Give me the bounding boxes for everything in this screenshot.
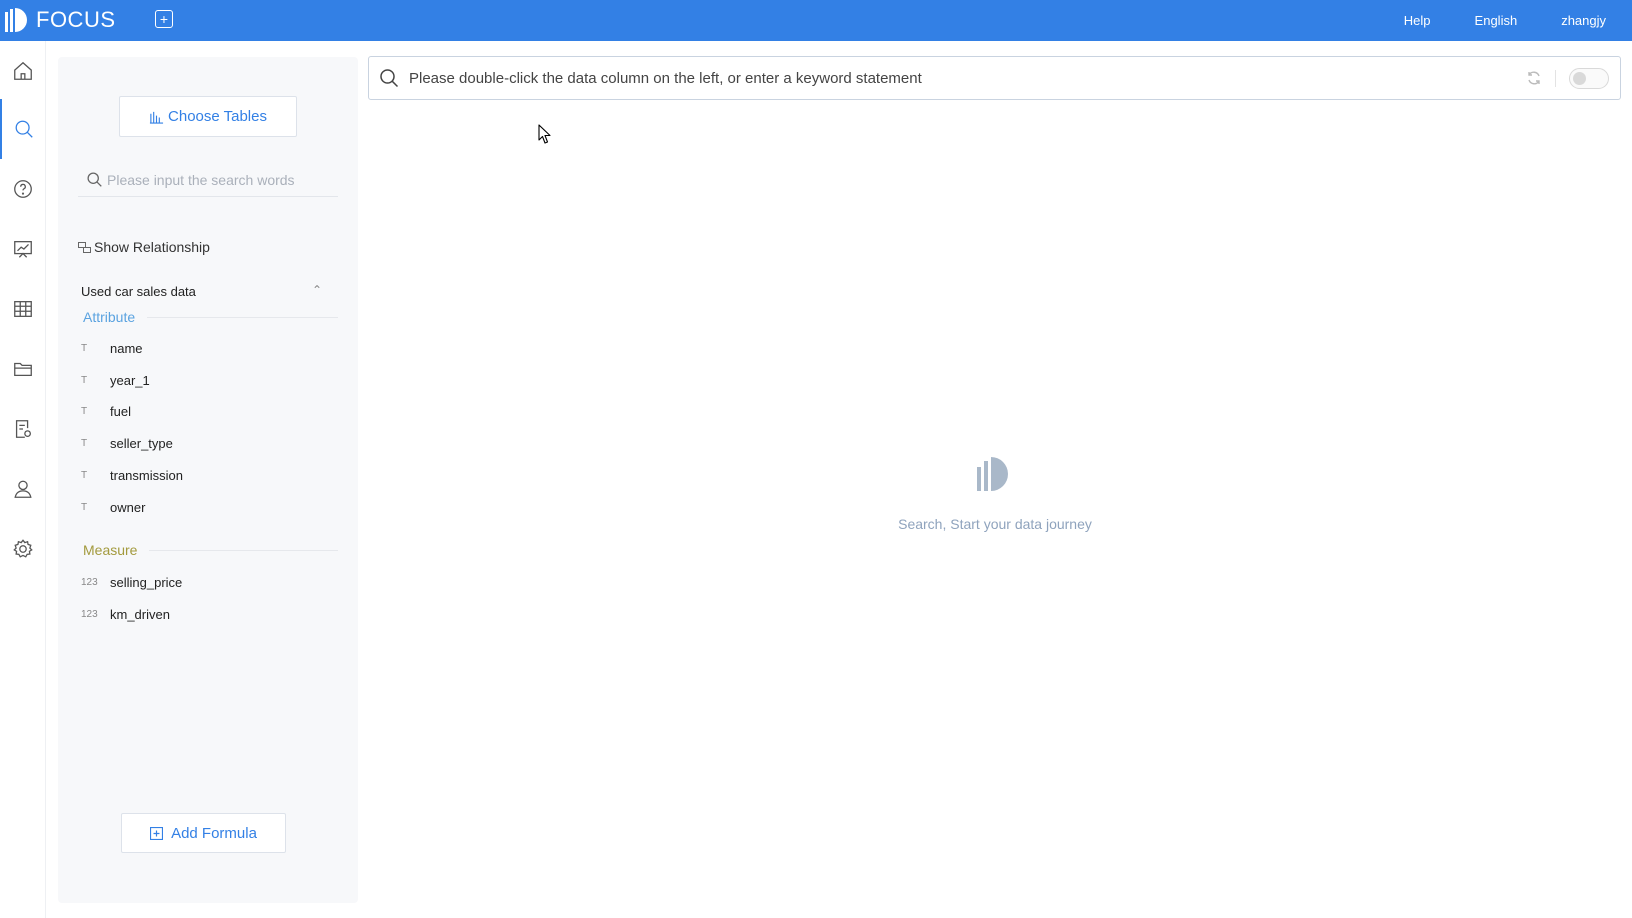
- plus-square-icon: [150, 826, 164, 840]
- field-name: fuel: [110, 403, 131, 419]
- numeric-type-icon: 123: [81, 576, 98, 588]
- plus-square-icon: +: [159, 11, 169, 27]
- keyword-search-input[interactable]: [409, 69, 1469, 87]
- attribute-field[interactable]: T name: [78, 337, 143, 359]
- empty-state: Search, Start your data journey: [870, 453, 1120, 532]
- new-tab-button[interactable]: +: [155, 10, 173, 28]
- left-nav: [0, 41, 46, 918]
- chevron-up-icon[interactable]: ⌃: [312, 283, 322, 297]
- folder-icon: [14, 362, 32, 377]
- nav-home[interactable]: [0, 41, 46, 101]
- search-icon: [15, 120, 33, 138]
- mouse-cursor-icon: [538, 124, 551, 144]
- attribute-section-header: Attribute: [83, 309, 338, 325]
- gear-icon: [13, 539, 33, 558]
- user-menu[interactable]: zhangjy: [1561, 13, 1606, 28]
- focus-logo-icon: [5, 8, 27, 32]
- attribute-field[interactable]: T year_1: [78, 369, 150, 391]
- attribute-field[interactable]: T transmission: [78, 464, 183, 486]
- refresh-button[interactable]: [1526, 70, 1542, 86]
- language-selector[interactable]: English: [1475, 13, 1518, 28]
- table-name[interactable]: Used car sales data: [81, 284, 196, 299]
- column-search-input[interactable]: [107, 171, 327, 188]
- nav-user[interactable]: [0, 459, 46, 519]
- measure-field[interactable]: 123 km_driven: [78, 603, 170, 625]
- attribute-field[interactable]: T owner: [78, 496, 145, 518]
- user-icon: [14, 480, 32, 498]
- focus-logo-icon: [977, 457, 1008, 491]
- nav-search[interactable]: [0, 99, 46, 159]
- top-bar: FOCUS + Help English zhangjy: [0, 0, 1632, 41]
- bar-chart-icon: [149, 111, 164, 124]
- report-settings-icon: [15, 420, 31, 438]
- app-logo[interactable]: FOCUS: [4, 6, 116, 34]
- text-type-icon: T: [81, 469, 88, 481]
- attribute-field[interactable]: T fuel: [78, 400, 131, 422]
- attribute-field[interactable]: T seller_type: [78, 432, 173, 454]
- top-links: Help English zhangjy: [1360, 0, 1606, 41]
- nav-presentation[interactable]: [0, 219, 46, 279]
- divider: [147, 316, 338, 318]
- question-icon: [14, 180, 32, 198]
- help-link[interactable]: Help: [1404, 13, 1431, 28]
- measure-section-header: Measure: [83, 542, 338, 558]
- app-name: FOCUS: [36, 7, 116, 32]
- choose-tables-button[interactable]: Choose Tables: [119, 96, 297, 137]
- relationship-icon: [78, 241, 91, 253]
- text-type-icon: T: [81, 437, 88, 449]
- table-icon: [14, 301, 32, 317]
- measure-title: Measure: [83, 542, 138, 558]
- show-relationship-label: Show Relationship: [94, 239, 210, 255]
- nav-folder[interactable]: [0, 339, 46, 399]
- numeric-type-icon: 123: [81, 608, 98, 620]
- add-formula-button[interactable]: Add Formula: [121, 813, 286, 853]
- field-name: year_1: [110, 372, 150, 388]
- column-search: [78, 163, 338, 197]
- empty-state-text: Search, Start your data journey: [898, 516, 1092, 532]
- nav-report-settings[interactable]: [0, 399, 46, 459]
- field-name: owner: [110, 499, 146, 515]
- search-icon: [87, 172, 102, 187]
- mode-toggle[interactable]: [1569, 68, 1609, 89]
- keyword-search-bar: [368, 56, 1621, 100]
- field-name: km_driven: [110, 606, 170, 622]
- add-formula-label: Add Formula: [171, 824, 257, 842]
- toggle-knob: [1573, 72, 1586, 85]
- divider: [149, 549, 338, 551]
- field-name: selling_price: [110, 574, 183, 590]
- text-type-icon: T: [81, 501, 88, 513]
- data-column-panel: Choose Tables Show Relationship Used car…: [58, 57, 358, 903]
- home-icon: [14, 61, 32, 80]
- field-name: transmission: [110, 467, 183, 483]
- text-type-icon: T: [81, 342, 88, 354]
- field-name: name: [110, 340, 143, 356]
- show-relationship-link[interactable]: Show Relationship: [78, 239, 210, 255]
- refresh-icon: [1528, 71, 1540, 85]
- text-type-icon: T: [81, 405, 88, 417]
- search-icon: [380, 69, 399, 88]
- measure-field[interactable]: 123 selling_price: [78, 571, 182, 593]
- text-type-icon: T: [81, 374, 88, 386]
- presentation-icon: [14, 241, 32, 258]
- nav-settings[interactable]: [0, 519, 46, 579]
- attribute-title: Attribute: [83, 309, 136, 325]
- field-name: seller_type: [110, 435, 173, 451]
- choose-tables-label: Choose Tables: [168, 108, 267, 125]
- nav-help[interactable]: [0, 159, 46, 219]
- divider: [1555, 70, 1556, 87]
- nav-tables[interactable]: [0, 279, 46, 339]
